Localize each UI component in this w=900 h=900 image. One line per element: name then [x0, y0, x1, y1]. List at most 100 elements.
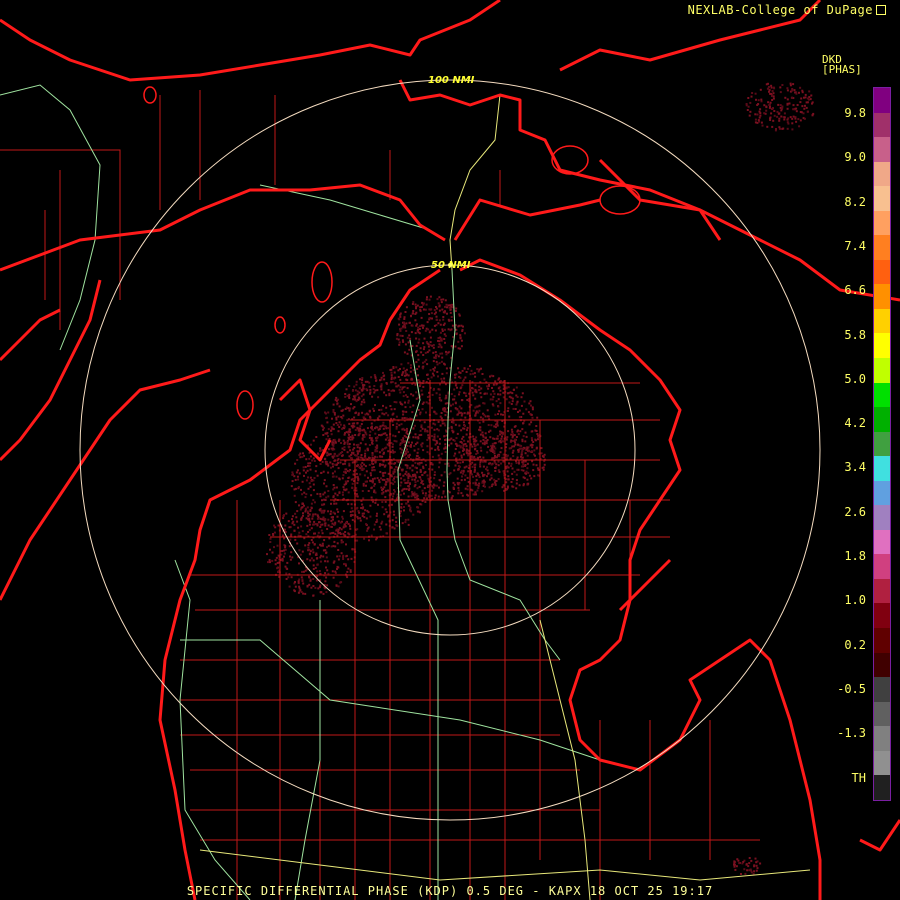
echo-pixel [319, 584, 322, 587]
echo-pixel [515, 436, 518, 438]
echo-pixel [325, 485, 328, 488]
echo-pixel [335, 475, 338, 478]
echo-pixel [301, 570, 303, 573]
echo-pixel [482, 456, 485, 459]
echo-pixel [384, 500, 387, 503]
echo-pixel [443, 435, 446, 438]
echo-pixel [472, 372, 475, 375]
echo-pixel [312, 551, 315, 554]
scale-segment [874, 578, 890, 604]
echo-pixel [334, 512, 336, 515]
echo-pixel [433, 473, 436, 476]
echo-pixel [356, 528, 359, 531]
echo-pixel [463, 391, 466, 394]
echo-pixel [456, 432, 459, 435]
echo-pixel [384, 508, 387, 511]
echo-pixel [386, 478, 389, 480]
echo-pixel [403, 321, 405, 324]
echo-pixel [460, 454, 463, 457]
echo-pixel [364, 480, 367, 483]
echo-pixel [307, 546, 310, 549]
echo-pixel [792, 108, 795, 111]
echo-pixel [433, 471, 436, 474]
echo-pixel [444, 408, 447, 411]
echo-pixel [311, 548, 314, 551]
echo-pixel [533, 449, 536, 452]
echo-pixel [502, 413, 504, 416]
echo-pixel [431, 328, 434, 331]
echo-pixel [530, 404, 532, 407]
echo-pixel [336, 402, 339, 405]
echo-pixel [369, 415, 372, 418]
echo-pixel [406, 433, 409, 435]
echo-pixel [357, 434, 360, 437]
echo-pixel [359, 517, 362, 520]
echo-pixel [354, 389, 357, 392]
echo-pixel [422, 308, 425, 311]
echo-pixel [347, 503, 350, 506]
echo-pixel [329, 513, 332, 515]
echo-pixel [404, 372, 407, 374]
echo-pixel [487, 445, 490, 448]
echo-pixel [323, 491, 326, 494]
echo-pixel [441, 308, 444, 311]
echo-pixel [325, 591, 328, 594]
echo-pixel [531, 430, 534, 433]
echo-pixel [308, 528, 311, 531]
echo-pixel [738, 862, 741, 865]
echo-pixel [525, 470, 528, 473]
echo-pixel [390, 371, 393, 374]
echo-pixel [384, 496, 387, 499]
echo-pixel [438, 309, 441, 312]
echo-pixel [407, 479, 410, 482]
echo-pixel [392, 472, 395, 475]
echo-pixel [745, 104, 748, 107]
echo-pixel [294, 487, 297, 490]
echo-pixel [423, 497, 426, 500]
echo-pixel [351, 510, 354, 513]
echo-pixel [760, 100, 763, 103]
echo-pixel [365, 484, 367, 487]
echo-pixel [366, 427, 369, 430]
echo-pixel [535, 425, 538, 427]
echo-pixel [490, 424, 493, 427]
echo-pixel [378, 481, 381, 484]
echo-pixel [765, 83, 768, 86]
echo-pixel [475, 436, 478, 439]
echo-pixel [507, 478, 510, 481]
echo-pixel [411, 303, 414, 305]
echo-pixel [400, 423, 403, 426]
echo-pixel [464, 487, 467, 490]
echo-pixel [358, 450, 361, 453]
echo-pixel [733, 860, 736, 863]
echo-pixel [419, 503, 422, 506]
echo-pixel [395, 427, 398, 430]
echo-pixel [395, 415, 398, 418]
echo-pixel [532, 469, 535, 472]
echo-pixel [395, 440, 398, 443]
echo-pixel [379, 470, 382, 473]
echo-pixel [298, 472, 301, 475]
scale-segment [874, 554, 890, 579]
echo-pixel [366, 527, 369, 530]
echo-pixel [479, 433, 482, 436]
echo-pixel [399, 493, 402, 496]
echo-pixel [306, 469, 309, 472]
echo-pixel [494, 447, 497, 450]
echo-pixel [439, 399, 441, 401]
echo-pixel [420, 424, 423, 427]
echo-pixel [497, 460, 500, 463]
echo-pixel [502, 484, 505, 487]
echo-pixel [299, 508, 302, 511]
scale-segment [874, 480, 890, 506]
echo-pixel [327, 495, 330, 498]
echo-pixel [384, 425, 387, 428]
echo-pixel [373, 374, 376, 376]
echo-pixel [375, 515, 378, 517]
echo-pixel [445, 367, 448, 370]
echo-pixel [306, 584, 309, 587]
echo-pixel [339, 581, 342, 584]
echo-pixel [441, 380, 443, 383]
echo-pixel [461, 494, 464, 497]
echo-pixel [444, 414, 447, 417]
